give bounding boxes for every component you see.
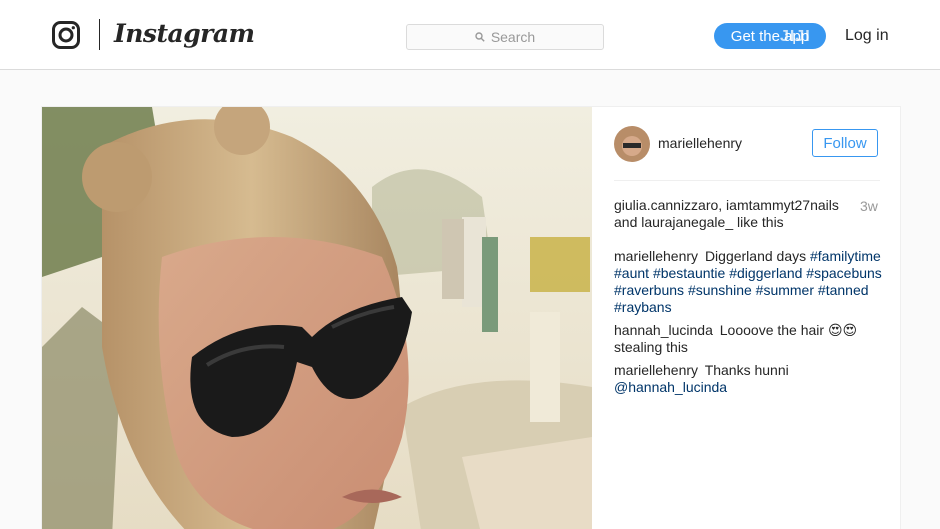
comment-item: mariellehenry Thanks hunni @hannah_lucin… — [614, 362, 884, 396]
likes-summary: giulia.cannizzaro, iamtammyt27nails and … — [614, 197, 839, 230]
hashtag[interactable]: #spacebuns — [806, 265, 882, 281]
login-link[interactable]: Log in — [845, 27, 889, 45]
hashtag[interactable]: #diggerland — [729, 265, 802, 281]
hashtag[interactable]: #raybans — [614, 299, 672, 315]
search-input[interactable]: Search — [406, 24, 604, 50]
avatar[interactable] — [614, 126, 650, 162]
mention-link[interactable]: @hannah_lucinda — [614, 379, 727, 395]
comment-item: hannah_lucinda Loooove the hair 😍😍 steal… — [614, 322, 884, 356]
follow-button[interactable]: Follow — [812, 129, 878, 157]
caption-text: Diggerland days — [704, 248, 807, 264]
hashtag[interactable]: #raverbuns — [614, 282, 684, 298]
hashtag[interactable]: #bestauntie — [653, 265, 725, 281]
hashtag[interactable]: #summer — [756, 282, 814, 298]
post-photo[interactable] — [42, 107, 592, 529]
panel-divider — [614, 180, 880, 181]
instagram-wordmark[interactable]: Instagram — [114, 17, 255, 51]
avatar-image — [614, 126, 650, 162]
instagram-camera-icon[interactable] — [52, 21, 80, 49]
comment-text: Thanks hunni — [704, 362, 789, 378]
post-card: mariellehenry Follow giulia.cannizzaro, … — [41, 106, 901, 529]
post-age: 3w — [860, 198, 878, 214]
hashtag[interactable]: #familytime — [810, 248, 881, 264]
comment-username[interactable]: hannah_lucinda — [614, 322, 713, 338]
top-navigation-bar: Instagram Search Get the app JIJI Log in — [0, 0, 940, 70]
post-author-username[interactable]: mariellehenry — [658, 135, 742, 151]
post-side-panel: mariellehenry Follow giulia.cannizzaro, … — [592, 107, 902, 529]
hashtag[interactable]: #tanned — [818, 282, 869, 298]
logo-divider — [99, 19, 100, 50]
search-icon — [475, 32, 485, 42]
caption-comment: mariellehenry Diggerland days #familytim… — [614, 248, 884, 316]
comments-list: mariellehenry Diggerland days #familytim… — [614, 248, 884, 402]
comment-username[interactable]: mariellehenry — [614, 248, 698, 264]
hashtag[interactable]: #aunt — [614, 265, 649, 281]
watermark: JIJI — [780, 28, 811, 45]
selfie-photo-image — [42, 107, 592, 529]
hashtag[interactable]: #sunshine — [688, 282, 752, 298]
search-placeholder: Search — [490, 29, 536, 45]
comment-username[interactable]: mariellehenry — [614, 362, 698, 378]
